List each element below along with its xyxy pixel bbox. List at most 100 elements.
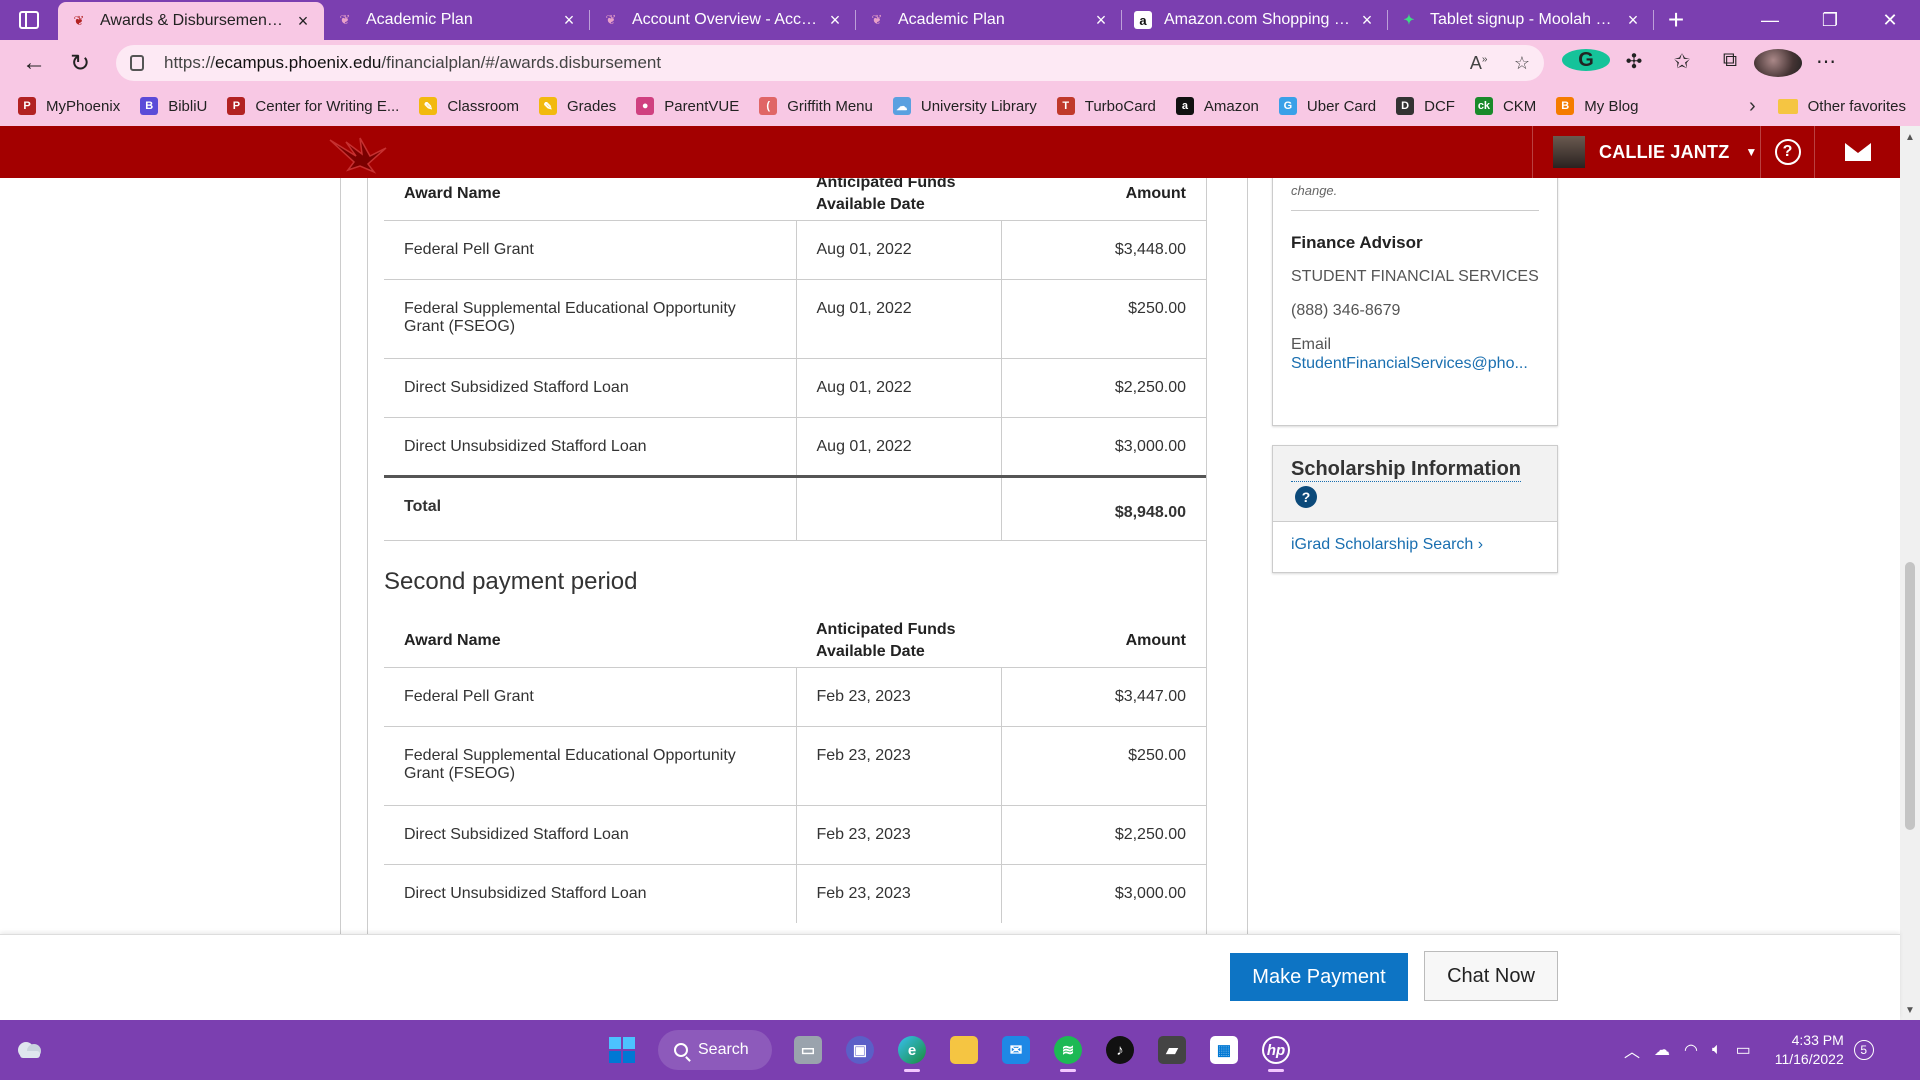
favorite-item[interactable]: D DCF	[1396, 97, 1455, 115]
tab-actions-button[interactable]	[0, 0, 58, 40]
scroll-up-icon[interactable]: ▲	[1905, 132, 1915, 143]
favorite-item[interactable]: B My Blog	[1556, 97, 1638, 115]
weather-icon[interactable]	[14, 1036, 44, 1062]
close-icon[interactable]: ×	[1358, 10, 1376, 31]
browser-tab-strip: ❦ Awards & Disbursements - × ❦ Academic …	[0, 0, 1920, 40]
help-icon[interactable]: ?	[1295, 486, 1317, 508]
amount-cell: $2,250.00	[1001, 804, 1206, 864]
favorite-item[interactable]: G Uber Card	[1278, 97, 1376, 115]
first-period-awards-table: Award Name Anticipated Funds Available D…	[384, 178, 1206, 541]
favorite-item[interactable]: ✎ Classroom	[419, 97, 519, 115]
favorite-item[interactable]: P Center for Writing E...	[227, 97, 399, 115]
close-icon[interactable]: ×	[294, 11, 312, 32]
scrollbar-thumb[interactable]	[1905, 562, 1915, 830]
close-icon[interactable]: ×	[1092, 10, 1110, 31]
site-header: CALLIE JANTZ ▼ ?	[0, 126, 1900, 178]
file-explorer-button[interactable]	[938, 1028, 990, 1072]
favorites-overflow-icon[interactable]: ›	[1749, 95, 1756, 118]
edge-button[interactable]: e	[886, 1028, 938, 1072]
favorites-icon[interactable]: ✩	[1658, 49, 1706, 77]
tab-academic-plan-2[interactable]: ❦ Academic Plan ×	[856, 0, 1122, 40]
chevron-up-icon[interactable]: ︿	[1624, 1038, 1640, 1062]
favorite-item[interactable]: B BibliU	[140, 97, 207, 115]
clock[interactable]: 4:33 PM 11/16/2022	[1775, 1031, 1844, 1069]
favorite-item[interactable]: ☁ University Library	[892, 97, 1037, 115]
page-scrollbar[interactable]: ▲ ▼	[1900, 126, 1920, 1020]
profile-avatar[interactable]	[1754, 49, 1802, 77]
url-field[interactable]: https://ecampus.phoenix.edu/financialpla…	[116, 45, 1544, 81]
windows-icon	[609, 1037, 635, 1063]
messages-button[interactable]	[1814, 126, 1900, 178]
favorites-bar: P MyPhoenix B BibliU P Center for Writing E..…	[0, 86, 1920, 126]
close-window-button[interactable]: ✕	[1860, 0, 1920, 40]
sidebar-icon	[19, 11, 39, 29]
phoenix-icon: ❦	[605, 12, 617, 27]
tab-moolah[interactable]: ✦ Tablet signup - Moolah Wir ×	[1388, 0, 1654, 40]
tab-awards-disbursements[interactable]: ❦ Awards & Disbursements - ×	[58, 2, 324, 40]
add-favorite-icon[interactable]: ☆	[1514, 53, 1530, 73]
igrad-scholarship-link[interactable]: iGrad Scholarship Search ›	[1273, 522, 1557, 568]
close-icon[interactable]: ×	[826, 10, 844, 31]
favorite-item[interactable]: ● ParentVUE	[636, 97, 739, 115]
tiktok-button[interactable]: ♪	[1094, 1028, 1146, 1072]
advisor-phone: (888) 346-8679	[1291, 302, 1401, 319]
close-icon[interactable]: ×	[560, 10, 578, 31]
tab-label: Amazon.com Shopping Car	[1164, 11, 1350, 28]
battery-icon[interactable]: ▭	[1736, 1040, 1751, 1060]
store-button[interactable]: ▦	[1198, 1028, 1250, 1072]
advisor-org: STUDENT FINANCIAL SERVICES	[1291, 268, 1539, 285]
tab-amazon-cart[interactable]: a Amazon.com Shopping Car ×	[1122, 0, 1388, 40]
mail-icon: ✉	[1002, 1036, 1030, 1064]
scholarship-title[interactable]: Scholarship Information	[1291, 458, 1522, 482]
refresh-button[interactable]: ↻	[58, 43, 102, 83]
award-name-cell: Direct Unsubsidized Stafford Loan	[384, 416, 797, 476]
collections-icon[interactable]: ⧉	[1706, 49, 1754, 77]
favorite-favicon-icon: D	[1396, 97, 1415, 115]
racing-game-button[interactable]: ▰	[1146, 1028, 1198, 1072]
favorite-favicon-icon: T	[1056, 97, 1075, 115]
restore-button[interactable]: ❐	[1800, 0, 1860, 40]
chat-now-button[interactable]: Chat Now	[1424, 951, 1558, 1001]
favorite-item[interactable]: (Griffith Menu	[759, 97, 873, 115]
notification-badge[interactable]: 5	[1853, 1040, 1874, 1060]
advisor-email-link[interactable]: StudentFinancialServices@pho...	[1291, 355, 1541, 373]
favorite-favicon-icon: P	[18, 97, 36, 115]
wifi-icon[interactable]: ◠	[1684, 1040, 1698, 1060]
favorite-item[interactable]: P MyPhoenix	[18, 97, 120, 115]
scroll-down-icon[interactable]: ▼	[1905, 1005, 1915, 1016]
other-favorites[interactable]: Other favorites	[1777, 98, 1906, 115]
phoenix-logo[interactable]	[326, 134, 390, 174]
favorite-item[interactable]: ck CKM	[1474, 97, 1536, 115]
tab-account-overview[interactable]: ❦ Account Overview - Accoun ×	[590, 0, 856, 40]
phoenix-icon: ❦	[339, 12, 351, 27]
new-tab-button[interactable]: +	[1654, 0, 1698, 40]
close-icon[interactable]: ×	[1624, 10, 1642, 31]
favorite-item[interactable]: ✎ Grades	[539, 97, 616, 115]
onedrive-icon[interactable]: ☁	[1654, 1040, 1670, 1060]
teams-chat-button[interactable]: ▣	[834, 1028, 886, 1072]
award-name-cell: Federal Pell Grant	[384, 219, 797, 279]
make-payment-button[interactable]: Make Payment	[1230, 953, 1408, 1001]
user-menu[interactable]: CALLIE JANTZ ▼	[1532, 126, 1760, 178]
store-icon: ▦	[1210, 1036, 1238, 1064]
hp-button[interactable]: hp	[1250, 1028, 1302, 1072]
taskbar-search[interactable]: Search	[658, 1030, 772, 1070]
award-name-cell: Direct Unsubsidized Stafford Loan	[384, 863, 797, 923]
grammarly-icon[interactable]: G	[1562, 49, 1610, 77]
funds-date-cell: Feb 23, 2023	[796, 863, 1002, 923]
minimize-button[interactable]: —	[1740, 0, 1800, 40]
favorite-item[interactable]: T TurboCard	[1056, 97, 1156, 115]
task-view-button[interactable]: ▭	[782, 1028, 834, 1072]
volume-icon[interactable]: 🔈︎	[1712, 1041, 1722, 1059]
spotify-button[interactable]: ≋	[1042, 1028, 1094, 1072]
mail-app-button[interactable]: ✉	[990, 1028, 1042, 1072]
help-button[interactable]: ?	[1760, 126, 1814, 178]
tab-academic-plan[interactable]: ❦ Academic Plan ×	[324, 0, 590, 40]
read-aloud-icon[interactable]: A»	[1470, 53, 1488, 73]
back-button[interactable]: ←	[12, 43, 56, 83]
more-menu-icon[interactable]: ⋯	[1802, 49, 1850, 77]
favorite-item[interactable]: a Amazon	[1175, 97, 1259, 115]
start-button[interactable]	[596, 1028, 648, 1072]
funds-date-cell: Aug 01, 2022	[796, 278, 1002, 358]
extensions-icon[interactable]: ✣	[1610, 49, 1658, 77]
